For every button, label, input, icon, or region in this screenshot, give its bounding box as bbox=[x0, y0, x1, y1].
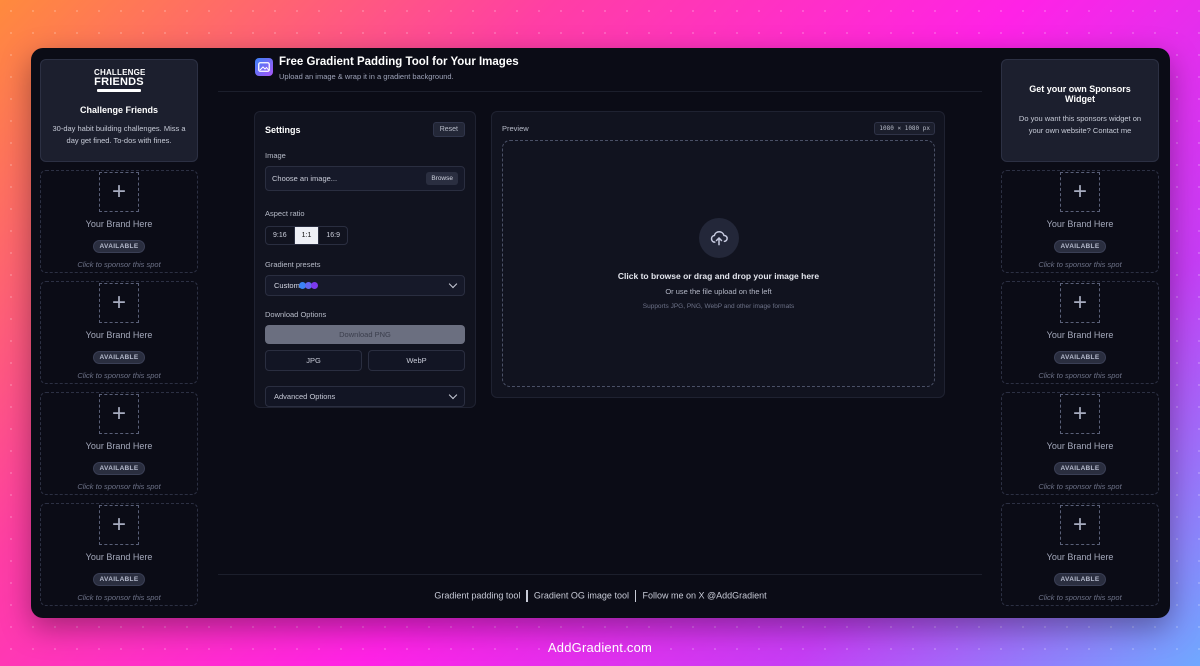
settings-panel: Settings Reset Image Choose an image... … bbox=[254, 111, 476, 408]
image-file-input[interactable]: Choose an image... Browse bbox=[265, 166, 465, 191]
download-webp-button[interactable]: WebP bbox=[368, 350, 465, 371]
plus-icon: + bbox=[99, 283, 139, 323]
slot-brand: Your Brand Here bbox=[85, 441, 153, 451]
sponsor-widget-promo[interactable]: Get your own Sponsors Widget Do you want… bbox=[1001, 59, 1159, 162]
right-sponsor-column: Get your own Sponsors Widget Do you want… bbox=[1001, 59, 1159, 606]
plus-icon: + bbox=[1060, 172, 1100, 212]
status-badge: AVAILABLE bbox=[1053, 240, 1107, 253]
upload-cloud-icon bbox=[698, 218, 739, 258]
slot-brand: Your Brand Here bbox=[85, 330, 153, 340]
settings-title: Settings bbox=[265, 124, 301, 135]
logo-line-2: FRIENDS bbox=[94, 76, 144, 88]
logo-bar bbox=[97, 89, 141, 92]
aspect-ratio-label: Aspect ratio bbox=[265, 209, 305, 218]
footer-link-padding-tool[interactable]: Gradient padding tool bbox=[434, 590, 520, 600]
slot-brand: Your Brand Here bbox=[1046, 441, 1114, 451]
plus-icon: + bbox=[99, 172, 139, 212]
image-dropzone[interactable]: Click to browse or drag and drop your im… bbox=[502, 140, 935, 387]
promo-title: Get your own Sponsors Widget bbox=[1029, 84, 1131, 104]
reset-button[interactable]: Reset bbox=[432, 122, 465, 137]
app-window: CHALLENGE FRIENDS Challenge Friends 30-d… bbox=[31, 48, 1170, 618]
left-sponsor-column: CHALLENGE FRIENDS Challenge Friends 30-d… bbox=[40, 59, 198, 606]
plus-icon: + bbox=[1060, 505, 1100, 545]
file-placeholder: Choose an image... bbox=[272, 174, 338, 183]
status-badge: AVAILABLE bbox=[1053, 462, 1107, 475]
slot-brand: Your Brand Here bbox=[1046, 219, 1114, 229]
dropzone-main-text: Click to browse or drag and drop your im… bbox=[617, 271, 820, 281]
preview-panel: Preview 1080 × 1080 px Click to browse o… bbox=[491, 111, 945, 398]
footer-link-follow-x[interactable]: Follow me on X @AddGradient bbox=[642, 590, 766, 600]
plus-icon: + bbox=[99, 394, 139, 434]
slot-cta: Click to sponsor this spot bbox=[1038, 371, 1122, 380]
plus-icon: + bbox=[1060, 283, 1100, 323]
image-label: Image bbox=[265, 151, 286, 160]
status-badge: AVAILABLE bbox=[92, 240, 146, 253]
status-badge: AVAILABLE bbox=[92, 462, 146, 475]
download-options-label: Download Options bbox=[265, 310, 327, 319]
slot-brand: Your Brand Here bbox=[85, 552, 153, 562]
footer-link-og-tool[interactable]: Gradient OG image tool bbox=[534, 590, 629, 600]
preset-value: Custom bbox=[274, 281, 300, 290]
sponsor-name: Challenge Friends bbox=[79, 105, 159, 115]
download-jpg-button[interactable]: JPG bbox=[265, 350, 362, 371]
slot-brand: Your Brand Here bbox=[1046, 552, 1114, 562]
sponsor-slot[interactable]: + Your Brand Here AVAILABLE Click to spo… bbox=[1001, 392, 1159, 495]
plus-icon: + bbox=[1060, 394, 1100, 434]
slot-brand: Your Brand Here bbox=[85, 219, 153, 229]
sponsor-slot[interactable]: + Your Brand Here AVAILABLE Click to spo… bbox=[40, 392, 198, 495]
footer-links: Gradient padding tool Gradient OG image t… bbox=[31, 590, 1170, 602]
status-badge: AVAILABLE bbox=[92, 351, 146, 364]
chevron-down-icon bbox=[448, 279, 458, 289]
gradient-preset-select[interactable]: Custom bbox=[265, 275, 465, 296]
slot-cta: Click to sponsor this spot bbox=[77, 371, 161, 380]
advanced-options-label: Advanced Options bbox=[274, 392, 336, 401]
status-badge: AVAILABLE bbox=[1053, 351, 1107, 364]
app-logo-icon bbox=[255, 58, 273, 76]
dimensions-badge: 1080 × 1080 px bbox=[874, 122, 935, 135]
browse-button[interactable]: Browse bbox=[426, 172, 458, 185]
featured-sponsor-card[interactable]: CHALLENGE FRIENDS Challenge Friends 30-d… bbox=[40, 59, 198, 162]
gradient-presets-label: Gradient presets bbox=[265, 260, 321, 269]
status-badge: AVAILABLE bbox=[92, 573, 146, 586]
aspect-option-16-9[interactable]: 16:9 bbox=[319, 227, 347, 244]
slot-cta: Click to sponsor this spot bbox=[1038, 482, 1122, 491]
footer-divider bbox=[218, 574, 982, 575]
dropzone-formats-text: Supports JPG, PNG, WebP and other image … bbox=[642, 303, 795, 310]
footer-separator bbox=[634, 590, 637, 602]
chevron-down-icon bbox=[448, 390, 458, 400]
slot-cta: Click to sponsor this spot bbox=[77, 482, 161, 491]
aspect-option-9-16[interactable]: 9:16 bbox=[266, 227, 295, 244]
aspect-ratio-toggle: 9:16 1:1 16:9 bbox=[265, 226, 348, 245]
sponsor-description: 30-day habit building challenges. Miss a… bbox=[52, 124, 186, 145]
sponsor-slot[interactable]: + Your Brand Here AVAILABLE Click to spo… bbox=[1001, 170, 1159, 273]
sponsor-slot[interactable]: + Your Brand Here AVAILABLE Click to spo… bbox=[40, 281, 198, 384]
slot-cta: Click to sponsor this spot bbox=[1038, 260, 1122, 269]
challenge-friends-logo: CHALLENGE FRIENDS bbox=[94, 68, 145, 100]
sponsor-slot[interactable]: + Your Brand Here AVAILABLE Click to spo… bbox=[1001, 281, 1159, 384]
page-subtitle: Upload an image & wrap it in a gradient … bbox=[279, 72, 454, 81]
preset-swatch-3 bbox=[310, 282, 318, 289]
slot-cta: Click to sponsor this spot bbox=[77, 260, 161, 269]
page-title: Free Gradient Padding Tool for Your Imag… bbox=[279, 56, 519, 68]
advanced-options-toggle[interactable]: Advanced Options bbox=[265, 386, 465, 407]
aspect-option-1-1[interactable]: 1:1 bbox=[294, 227, 320, 244]
header-divider bbox=[218, 91, 982, 92]
status-badge: AVAILABLE bbox=[1053, 573, 1107, 586]
slot-brand: Your Brand Here bbox=[1046, 330, 1114, 340]
download-png-button[interactable]: Download PNG bbox=[265, 325, 465, 344]
plus-icon: + bbox=[99, 505, 139, 545]
dropzone-sub-text: Or use the file upload on the left bbox=[665, 287, 772, 296]
promo-description: Do you want this sponsors widget on your… bbox=[1018, 114, 1142, 135]
footer-separator bbox=[526, 590, 528, 602]
watermark-text: AddGradient.com bbox=[547, 640, 653, 655]
sponsor-slot[interactable]: + Your Brand Here AVAILABLE Click to spo… bbox=[40, 170, 198, 273]
preview-label: Preview bbox=[502, 124, 529, 133]
